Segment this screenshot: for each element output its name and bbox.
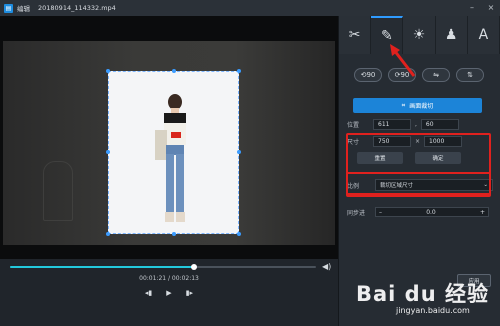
crop-handle-l[interactable] [106, 150, 110, 154]
seek-handle[interactable] [190, 264, 197, 270]
position-y-input[interactable]: 60 [420, 119, 459, 130]
highlight-box-ratio [346, 172, 491, 197]
scissors-icon: ✂ [348, 27, 361, 43]
sync-stepper[interactable]: – 0.0 + [375, 207, 489, 217]
close-button[interactable]: × [486, 3, 496, 13]
crop-icon: ⌗ [401, 101, 406, 109]
minus-icon[interactable]: – [376, 209, 385, 216]
tab-watermark[interactable]: ♟ [436, 16, 468, 54]
play-button[interactable]: ▶ [166, 289, 171, 297]
rotate-left-icon: ⟲90 [360, 71, 376, 79]
volume-icon[interactable]: ◀) [322, 262, 331, 271]
text-icon: A [478, 27, 489, 43]
stamp-icon: ♟ [444, 27, 458, 43]
window-title: 编辑 [17, 5, 30, 13]
background-chair [43, 161, 73, 221]
crop-region[interactable] [106, 69, 241, 236]
flip-vertical-button[interactable]: ⇅ [456, 68, 484, 82]
position-row: 位置 611 , 60 [347, 119, 459, 130]
crop-button-label: 画面裁切 [409, 103, 434, 110]
crop-handle-tr[interactable] [237, 69, 241, 73]
watermark-logo: Bai du 经验 [356, 282, 489, 306]
site-watermark: Bai du 经验 jingyan.baidu.com [356, 278, 489, 315]
person-image [155, 94, 186, 222]
app-icon: ▤ [4, 3, 13, 13]
prev-frame-button[interactable]: ◂▮ [145, 289, 152, 297]
crop-handle-bl[interactable] [106, 232, 110, 236]
flip-horizontal-icon: ⇋ [433, 71, 439, 79]
tab-cut[interactable]: ✂ [339, 16, 372, 54]
sync-label: 同步进 [347, 209, 366, 217]
title-bar: ▤ 编辑 20180914_114332.mp4 – × [0, 0, 500, 16]
sync-value: 0.0 [426, 208, 436, 216]
file-name: 20180914_114332.mp4 [38, 4, 116, 12]
plus-icon[interactable]: + [477, 209, 488, 216]
transport-bar: ◀) 00:01:21 / 00:02:13 ◂▮ ▶ ▮▸ [0, 259, 338, 326]
crop-handle-br[interactable] [237, 232, 241, 236]
crop-button[interactable]: ⌗ 画面裁切 [353, 98, 482, 113]
seek-bar[interactable] [10, 266, 316, 268]
video-preview [0, 16, 338, 259]
rotate-left-button[interactable]: ⟲90 [354, 68, 382, 82]
next-frame-button[interactable]: ▮▸ [186, 289, 193, 297]
tab-text[interactable]: A [468, 16, 500, 54]
crop-handle-t[interactable] [172, 69, 176, 73]
position-separator: , [415, 121, 417, 128]
position-x-input[interactable]: 611 [373, 119, 411, 130]
minimize-button[interactable]: – [467, 3, 477, 13]
position-label: 位置 [347, 122, 360, 129]
crop-handle-r[interactable] [237, 150, 241, 154]
flip-vertical-icon: ⇅ [467, 71, 473, 79]
crop-handle-tl[interactable] [106, 69, 110, 73]
annotation-arrow [390, 44, 416, 77]
crop-handle-b[interactable] [172, 232, 176, 236]
sync-row: 同步进 – 0.0 + [347, 207, 489, 217]
seek-progress [10, 266, 194, 268]
flip-horizontal-button[interactable]: ⇋ [422, 68, 450, 82]
time-readout: 00:01:21 / 00:02:13 [139, 275, 199, 282]
